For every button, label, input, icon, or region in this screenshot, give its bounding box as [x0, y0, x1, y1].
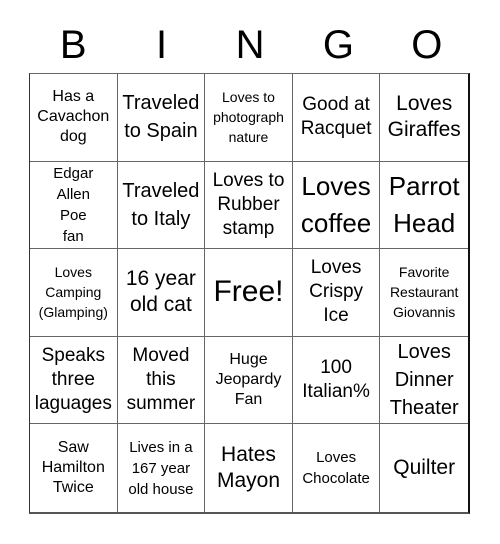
bingo-cell[interactable]: Traveled to Italy — [117, 161, 206, 250]
bingo-cell[interactable]: Hates Mayon — [205, 424, 293, 512]
cell-text: Speaks three laguages — [34, 345, 112, 415]
cell-text: 100 Italian% — [302, 357, 370, 403]
cell-text: Moved this summer — [126, 345, 196, 415]
header-letter-o: O — [411, 23, 443, 67]
bingo-cell[interactable]: Moved this summer — [117, 336, 206, 425]
cell-text: Free! — [213, 275, 284, 309]
cell-text: Loves to Rubber stamp — [212, 169, 285, 239]
header-letter-g: G — [322, 23, 354, 67]
cell-text: 16 year old cat — [125, 267, 196, 317]
bingo-free-space[interactable]: Free! — [205, 249, 293, 337]
cell-text: Quilter — [393, 456, 456, 480]
bingo-cell[interactable]: Loves to Rubber stamp — [205, 161, 293, 250]
cell-text: Loves Camping (Glamping) — [38, 264, 108, 321]
cell-text: Good at Racquet — [300, 94, 372, 140]
bingo-cell[interactable]: Loves Chocolate — [293, 424, 381, 512]
cell-text: Has a Cavachon dog — [37, 88, 110, 146]
bingo-cell[interactable]: Parrot Head — [380, 162, 468, 250]
bingo-cell[interactable]: Huge Jeopardy Fan — [205, 336, 293, 425]
bingo-cell[interactable]: Lives in a 167 year old house — [118, 424, 206, 512]
cell-text: Traveled to Italy — [122, 179, 200, 230]
cell-text: Traveled to Spain — [122, 92, 200, 143]
bingo-cell[interactable]: Saw Hamilton Twice — [30, 424, 118, 512]
bingo-cell[interactable]: Edgar Allen Poe fan — [30, 161, 118, 250]
cell-text: Loves coffee — [300, 170, 372, 238]
bingo-cell[interactable]: Speaks three laguages — [30, 336, 118, 425]
bingo-cell[interactable]: Favorite Restaurant Giovannis — [380, 249, 468, 337]
cell-text: Hates Mayon — [216, 443, 280, 493]
cell-text: Loves Dinner Theater — [389, 341, 459, 420]
bingo-cell[interactable]: Loves Crispy Ice — [292, 249, 381, 337]
cell-text: Loves Chocolate — [302, 449, 370, 488]
cell-text: Parrot Head — [388, 170, 460, 238]
bingo-cell[interactable]: Loves to photograph nature — [205, 74, 293, 162]
bingo-cell[interactable]: Traveled to Spain — [117, 74, 206, 162]
cell-text: Loves to photograph nature — [213, 89, 284, 146]
cell-text: Favorite Restaurant Giovannis — [389, 264, 459, 321]
header-letter-i: I — [156, 23, 168, 67]
bingo-cell[interactable]: Loves Dinner Theater — [380, 337, 468, 425]
cell-text: Loves Crispy Ice — [309, 257, 364, 327]
header-letter-n: N — [235, 23, 265, 67]
header-letter-b: B — [59, 23, 87, 67]
cell-text: Lives in a 167 year old house — [128, 438, 194, 498]
bingo-cell[interactable]: 16 year old cat — [117, 249, 206, 337]
bingo-cell[interactable]: Quilter — [380, 424, 468, 512]
bingo-card-grid: Has a Cavachon dog Traveled to Spain Lov… — [29, 73, 470, 514]
cell-text: Huge Jeopardy Fan — [215, 351, 282, 409]
bingo-header: B I N G O — [29, 18, 471, 73]
bingo-cell[interactable]: Good at Racquet — [292, 74, 381, 162]
bingo-cell[interactable]: 100 Italian% — [292, 336, 381, 425]
bingo-cell[interactable]: Loves Giraffes — [380, 74, 468, 162]
bingo-cell[interactable]: Has a Cavachon dog — [30, 74, 118, 162]
cell-text: Saw Hamilton Twice — [41, 439, 105, 497]
cell-text: Edgar Allen Poe fan — [53, 164, 94, 245]
bingo-cell[interactable]: Loves coffee — [292, 161, 381, 250]
cell-text: Loves Giraffes — [387, 92, 461, 142]
bingo-cell[interactable]: Loves Camping (Glamping) — [30, 249, 118, 337]
